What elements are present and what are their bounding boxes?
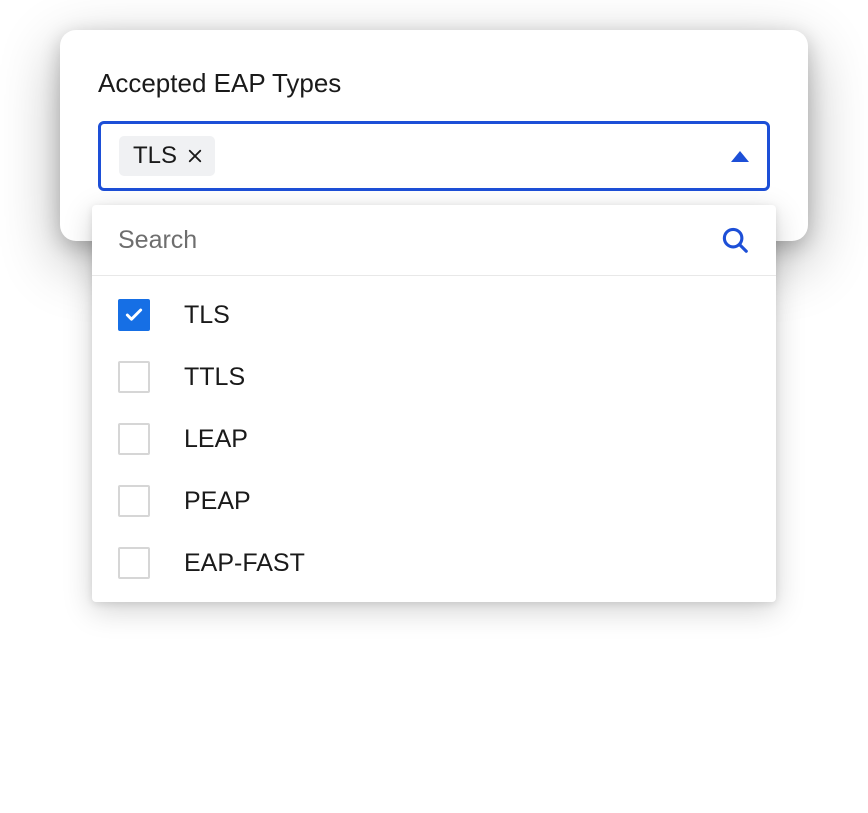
dropdown-panel: TLS TTLS LEAP PEAP EAP-FAST	[92, 205, 776, 602]
checkbox-unchecked[interactable]	[118, 547, 150, 579]
caret-up-icon	[731, 151, 749, 162]
option-item-tls[interactable]: TLS	[92, 284, 776, 346]
check-icon	[124, 305, 144, 325]
search-input[interactable]	[118, 226, 720, 255]
checkbox-unchecked[interactable]	[118, 361, 150, 393]
multi-select-input[interactable]: TLS	[98, 121, 770, 191]
option-label: TTLS	[184, 363, 245, 392]
close-icon	[186, 147, 204, 165]
checkbox-checked[interactable]	[118, 299, 150, 331]
checkbox-unchecked[interactable]	[118, 485, 150, 517]
option-item-ttls[interactable]: TTLS	[92, 346, 776, 408]
checkbox-unchecked[interactable]	[118, 423, 150, 455]
field-label: Accepted EAP Types	[98, 68, 770, 99]
option-label: TLS	[184, 301, 230, 330]
selected-tag-tls: TLS	[119, 136, 215, 176]
search-icon	[720, 225, 750, 255]
option-item-leap[interactable]: LEAP	[92, 408, 776, 470]
option-item-eap-fast[interactable]: EAP-FAST	[92, 532, 776, 594]
remove-tag-button[interactable]	[185, 146, 205, 166]
tag-label: TLS	[133, 142, 177, 170]
multi-select-container: Accepted EAP Types TLS	[60, 30, 808, 241]
option-label: PEAP	[184, 487, 251, 516]
option-label: LEAP	[184, 425, 248, 454]
selected-tags: TLS	[119, 136, 215, 176]
option-label: EAP-FAST	[184, 549, 305, 578]
search-row	[92, 205, 776, 276]
options-list: TLS TTLS LEAP PEAP EAP-FAST	[92, 276, 776, 602]
option-item-peap[interactable]: PEAP	[92, 470, 776, 532]
